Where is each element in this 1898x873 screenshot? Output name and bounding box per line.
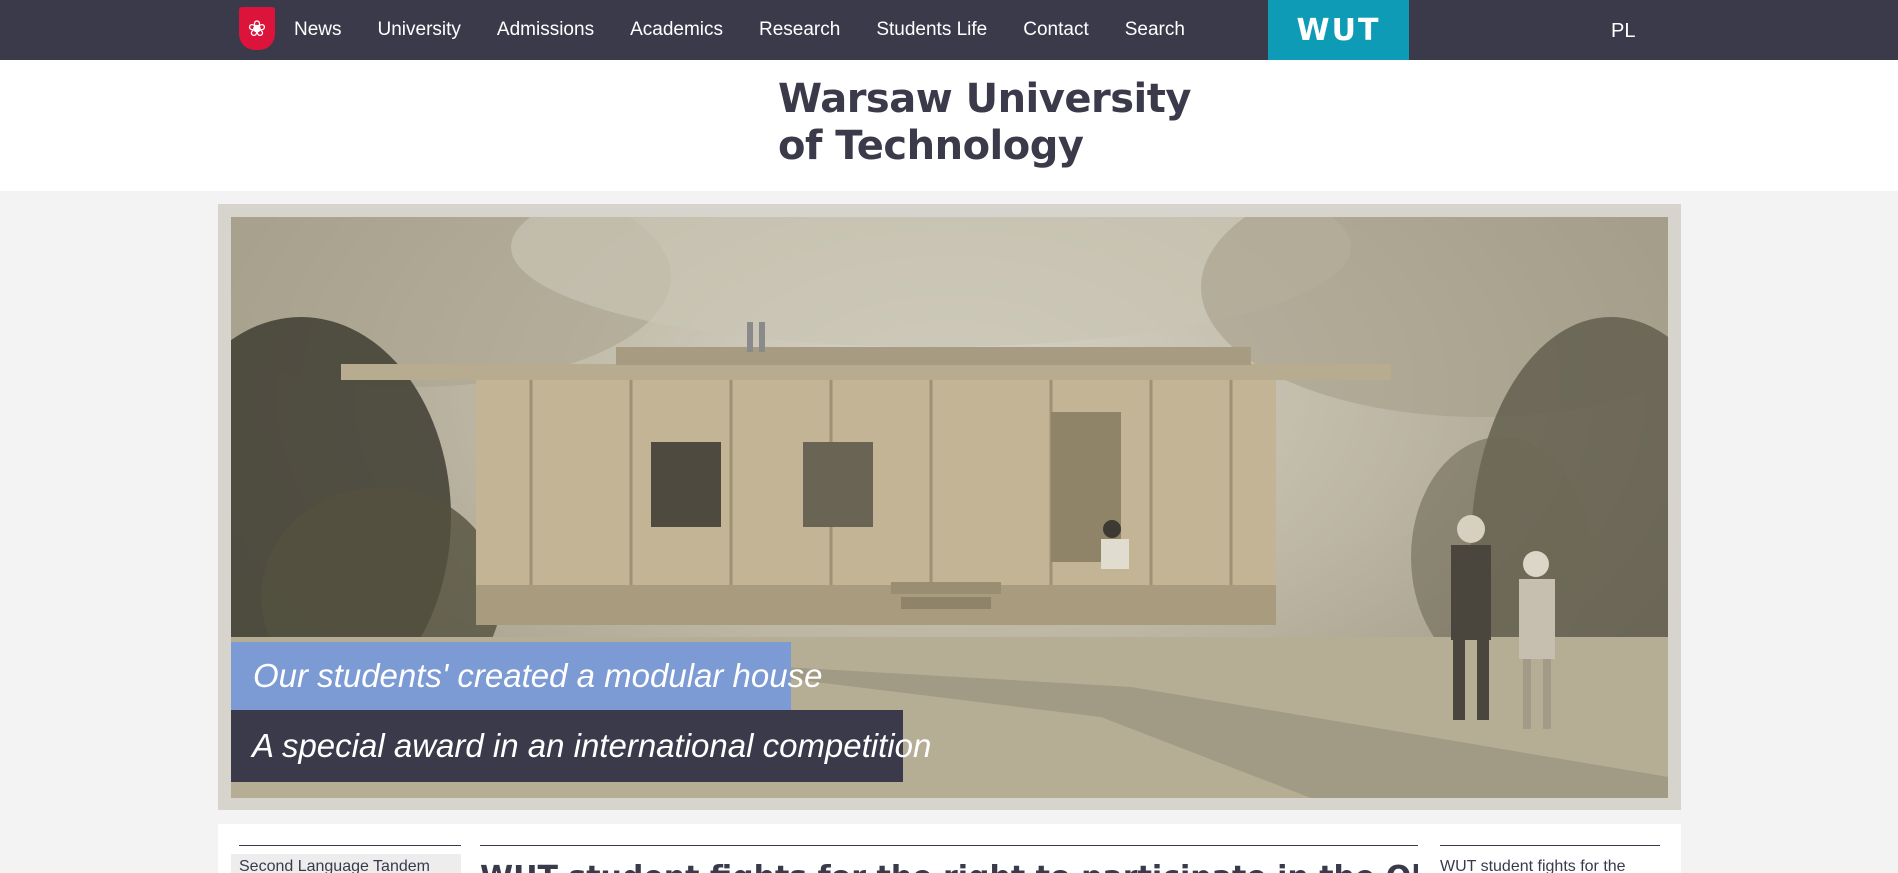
news-headline-center[interactable]: WUT student fights for the right to part… xyxy=(480,845,1418,873)
nav-item-contact[interactable]: Contact xyxy=(1005,0,1106,60)
header-title-band: Warsaw University of Technology xyxy=(0,60,1898,191)
language-switch-pl[interactable]: PL xyxy=(1611,20,1635,43)
hero-caption-primary[interactable]: Our students' created a modular house xyxy=(231,642,822,710)
nav-item-university[interactable]: University xyxy=(360,0,479,60)
nav-item-admissions[interactable]: Admissions xyxy=(479,0,612,60)
news-item-left[interactable]: Second Language Tandem xyxy=(239,845,461,873)
polish-eagle-emblem-icon[interactable]: ❀ xyxy=(239,7,275,50)
nav-item-search[interactable]: Search xyxy=(1107,0,1203,60)
nav-item-news[interactable]: News xyxy=(276,0,360,60)
nav-item-students-life[interactable]: Students Life xyxy=(858,0,1005,60)
main-navigation: News University Admissions Academics Res… xyxy=(276,0,1203,60)
university-title[interactable]: Warsaw University of Technology xyxy=(778,76,1198,170)
hero-caption-secondary[interactable]: A special award in an international comp… xyxy=(231,710,931,782)
news-strip: Second Language Tandem WUT student fight… xyxy=(218,824,1681,873)
nav-item-research[interactable]: Research xyxy=(741,0,858,60)
university-title-line-1: Warsaw University xyxy=(778,76,1191,122)
wut-logo[interactable]: WUT xyxy=(1268,0,1409,60)
nav-item-academics[interactable]: Academics xyxy=(612,0,741,60)
university-title-line-2: of Technology xyxy=(778,123,1084,169)
news-item-right[interactable]: WUT student fights for the xyxy=(1440,845,1660,873)
top-navigation-bar: ❀ News University Admissions Academics R… xyxy=(0,0,1898,60)
